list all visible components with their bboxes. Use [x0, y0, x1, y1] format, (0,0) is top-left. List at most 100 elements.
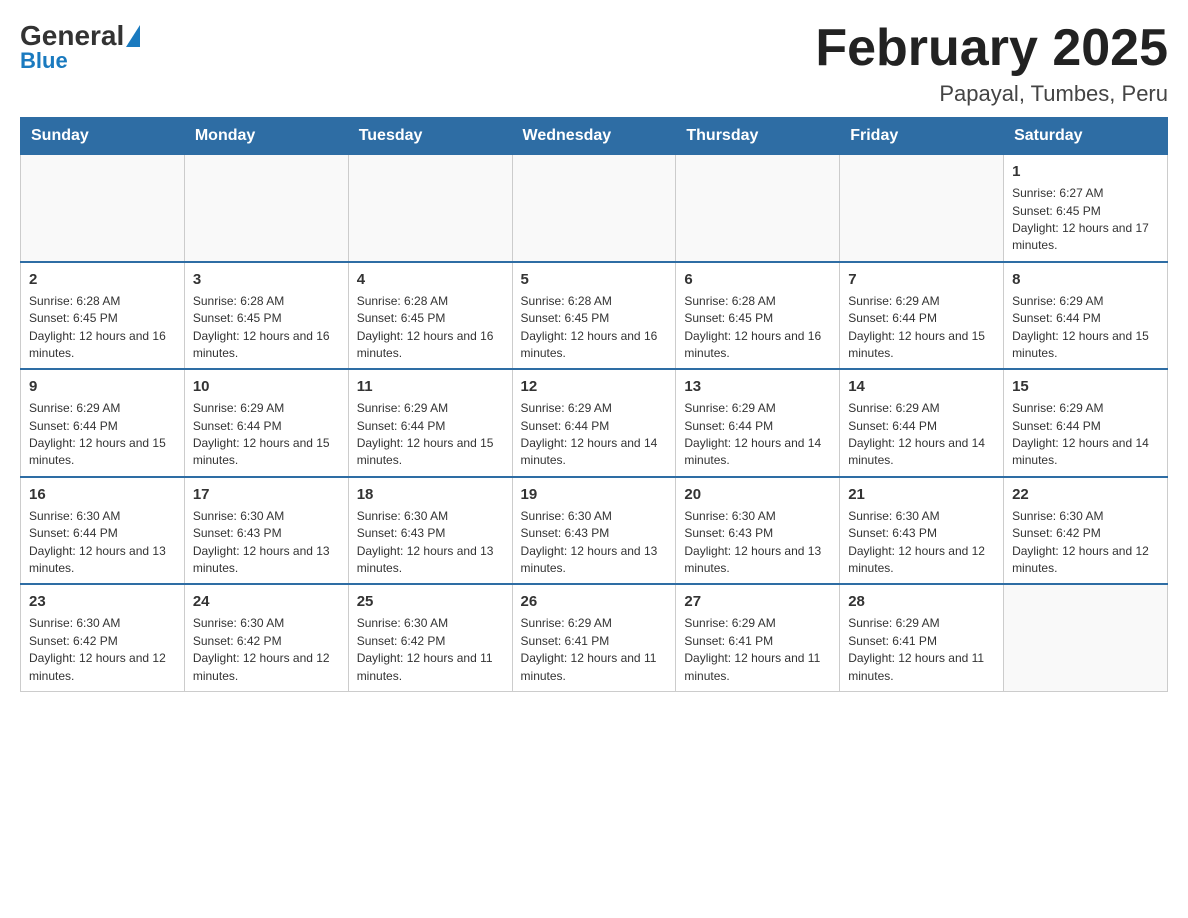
day-info: Sunrise: 6:29 AMSunset: 6:44 PMDaylight:…: [848, 293, 995, 363]
day-info: Sunrise: 6:28 AMSunset: 6:45 PMDaylight:…: [684, 293, 831, 363]
day-of-week-header: Monday: [184, 118, 348, 154]
day-number: 10: [193, 376, 340, 397]
calendar-day-cell: 24 Sunrise: 6:30 AMSunset: 6:42 PMDayligh…: [184, 584, 348, 691]
day-number: 12: [521, 376, 668, 397]
calendar-day-cell: 20 Sunrise: 6:30 AMSunset: 6:43 PMDayligh…: [676, 477, 840, 585]
calendar-week-row: 16Sunrise: 6:30 AMSunset: 6:44 PMDayligh…: [21, 477, 1168, 585]
day-info: Sunrise: 6:29 AMSunset: 6:44 PMDaylight:…: [1012, 293, 1159, 363]
day-number: 1: [1012, 161, 1159, 182]
day-info: Sunrise: 6:28 AMSunset: 6:45 PMDaylight:…: [521, 293, 668, 363]
day-of-week-header: Thursday: [676, 118, 840, 154]
day-of-week-header: Saturday: [1004, 118, 1168, 154]
day-info: Sunrise: 6:29 AMSunset: 6:44 PMDaylight:…: [357, 400, 504, 470]
calendar-day-cell: 15 Sunrise: 6:29 AMSunset: 6:44 PMDayligh…: [1004, 369, 1168, 477]
day-info: Sunrise: 6:28 AMSunset: 6:45 PMDaylight:…: [357, 293, 504, 363]
calendar-day-cell: 3 Sunrise: 6:28 AMSunset: 6:45 PMDaylight…: [184, 262, 348, 370]
day-of-week-header: Tuesday: [348, 118, 512, 154]
calendar-day-cell: 6 Sunrise: 6:28 AMSunset: 6:45 PMDaylight…: [676, 262, 840, 370]
calendar-day-cell: [1004, 584, 1168, 691]
day-info: Sunrise: 6:29 AMSunset: 6:44 PMDaylight:…: [29, 400, 176, 470]
calendar-day-cell: 4Sunrise: 6:28 AMSunset: 6:45 PMDaylight…: [348, 262, 512, 370]
calendar-week-row: 2 Sunrise: 6:28 AMSunset: 6:45 PMDaylight…: [21, 262, 1168, 370]
day-number: 25: [357, 591, 504, 612]
day-info: Sunrise: 6:28 AMSunset: 6:45 PMDaylight:…: [193, 293, 340, 363]
day-of-week-header: Wednesday: [512, 118, 676, 154]
calendar-day-cell: 27 Sunrise: 6:29 AMSunset: 6:41 PMDayligh…: [676, 584, 840, 691]
day-info: Sunrise: 6:29 AMSunset: 6:44 PMDaylight:…: [1012, 400, 1159, 470]
day-number: 23: [29, 591, 176, 612]
calendar-day-cell: 10 Sunrise: 6:29 AMSunset: 6:44 PMDayligh…: [184, 369, 348, 477]
calendar-day-cell: 2 Sunrise: 6:28 AMSunset: 6:45 PMDaylight…: [21, 262, 185, 370]
calendar-day-cell: 21 Sunrise: 6:30 AMSunset: 6:43 PMDayligh…: [840, 477, 1004, 585]
day-info: Sunrise: 6:28 AMSunset: 6:45 PMDaylight:…: [29, 293, 176, 363]
calendar-day-cell: 13Sunrise: 6:29 AMSunset: 6:44 PMDayligh…: [676, 369, 840, 477]
logo: General Blue: [20, 20, 142, 74]
calendar-day-cell: 28Sunrise: 6:29 AMSunset: 6:41 PMDayligh…: [840, 584, 1004, 691]
day-number: 22: [1012, 484, 1159, 505]
calendar-day-cell: 1 Sunrise: 6:27 AMSunset: 6:45 PMDaylight…: [1004, 154, 1168, 262]
calendar-day-cell: 23 Sunrise: 6:30 AMSunset: 6:42 PMDayligh…: [21, 584, 185, 691]
calendar-day-cell: 25Sunrise: 6:30 AMSunset: 6:42 PMDayligh…: [348, 584, 512, 691]
calendar-day-cell: 18 Sunrise: 6:30 AMSunset: 6:43 PMDayligh…: [348, 477, 512, 585]
day-info: Sunrise: 6:29 AMSunset: 6:41 PMDaylight:…: [521, 615, 668, 685]
day-number: 20: [684, 484, 831, 505]
day-info: Sunrise: 6:30 AMSunset: 6:43 PMDaylight:…: [357, 508, 504, 578]
calendar-day-cell: 26Sunrise: 6:29 AMSunset: 6:41 PMDayligh…: [512, 584, 676, 691]
day-number: 8: [1012, 269, 1159, 290]
calendar-day-cell: [348, 154, 512, 262]
calendar-day-cell: 11 Sunrise: 6:29 AMSunset: 6:44 PMDayligh…: [348, 369, 512, 477]
calendar-day-cell: 19 Sunrise: 6:30 AMSunset: 6:43 PMDayligh…: [512, 477, 676, 585]
day-info: Sunrise: 6:29 AMSunset: 6:41 PMDaylight:…: [848, 615, 995, 685]
calendar-day-cell: 8 Sunrise: 6:29 AMSunset: 6:44 PMDaylight…: [1004, 262, 1168, 370]
day-info: Sunrise: 6:30 AMSunset: 6:43 PMDaylight:…: [684, 508, 831, 578]
calendar-day-cell: [184, 154, 348, 262]
day-number: 13: [684, 376, 831, 397]
calendar-day-cell: [21, 154, 185, 262]
month-title: February 2025: [815, 20, 1168, 77]
calendar-day-cell: 12 Sunrise: 6:29 AMSunset: 6:44 PMDayligh…: [512, 369, 676, 477]
day-of-week-header: Friday: [840, 118, 1004, 154]
day-number: 21: [848, 484, 995, 505]
day-info: Sunrise: 6:29 AMSunset: 6:44 PMDaylight:…: [848, 400, 995, 470]
calendar-day-cell: 7Sunrise: 6:29 AMSunset: 6:44 PMDaylight…: [840, 262, 1004, 370]
day-info: Sunrise: 6:30 AMSunset: 6:44 PMDaylight:…: [29, 508, 176, 578]
day-number: 14: [848, 376, 995, 397]
day-info: Sunrise: 6:29 AMSunset: 6:44 PMDaylight:…: [193, 400, 340, 470]
page-header: General Blue February 2025 Papayal, Tumb…: [20, 20, 1168, 107]
day-info: Sunrise: 6:29 AMSunset: 6:44 PMDaylight:…: [521, 400, 668, 470]
day-info: Sunrise: 6:27 AMSunset: 6:45 PMDaylight:…: [1012, 185, 1159, 255]
logo-triangle-icon: [126, 25, 140, 47]
day-number: 24: [193, 591, 340, 612]
day-info: Sunrise: 6:30 AMSunset: 6:43 PMDaylight:…: [848, 508, 995, 578]
day-info: Sunrise: 6:30 AMSunset: 6:42 PMDaylight:…: [193, 615, 340, 685]
day-of-week-header: Sunday: [21, 118, 185, 154]
calendar-week-row: 9 Sunrise: 6:29 AMSunset: 6:44 PMDaylight…: [21, 369, 1168, 477]
day-number: 9: [29, 376, 176, 397]
logo-blue-text: Blue: [20, 48, 68, 74]
calendar-week-row: 1 Sunrise: 6:27 AMSunset: 6:45 PMDaylight…: [21, 154, 1168, 262]
calendar-day-cell: 16Sunrise: 6:30 AMSunset: 6:44 PMDayligh…: [21, 477, 185, 585]
day-number: 11: [357, 376, 504, 397]
day-number: 5: [521, 269, 668, 290]
day-number: 2: [29, 269, 176, 290]
day-info: Sunrise: 6:29 AMSunset: 6:41 PMDaylight:…: [684, 615, 831, 685]
calendar-day-cell: [512, 154, 676, 262]
calendar-day-cell: 9 Sunrise: 6:29 AMSunset: 6:44 PMDaylight…: [21, 369, 185, 477]
location-title: Papayal, Tumbes, Peru: [815, 81, 1168, 107]
calendar-day-cell: [840, 154, 1004, 262]
calendar-day-cell: 5 Sunrise: 6:28 AMSunset: 6:45 PMDaylight…: [512, 262, 676, 370]
day-number: 19: [521, 484, 668, 505]
day-number: 27: [684, 591, 831, 612]
day-number: 17: [193, 484, 340, 505]
day-info: Sunrise: 6:30 AMSunset: 6:42 PMDaylight:…: [29, 615, 176, 685]
days-header-row: SundayMondayTuesdayWednesdayThursdayFrid…: [21, 118, 1168, 154]
day-number: 3: [193, 269, 340, 290]
calendar-day-cell: 22Sunrise: 6:30 AMSunset: 6:42 PMDayligh…: [1004, 477, 1168, 585]
day-number: 15: [1012, 376, 1159, 397]
day-number: 18: [357, 484, 504, 505]
day-number: 6: [684, 269, 831, 290]
calendar-table: SundayMondayTuesdayWednesdayThursdayFrid…: [20, 117, 1168, 692]
calendar-day-cell: [676, 154, 840, 262]
day-info: Sunrise: 6:30 AMSunset: 6:43 PMDaylight:…: [521, 508, 668, 578]
calendar-week-row: 23 Sunrise: 6:30 AMSunset: 6:42 PMDayligh…: [21, 584, 1168, 691]
